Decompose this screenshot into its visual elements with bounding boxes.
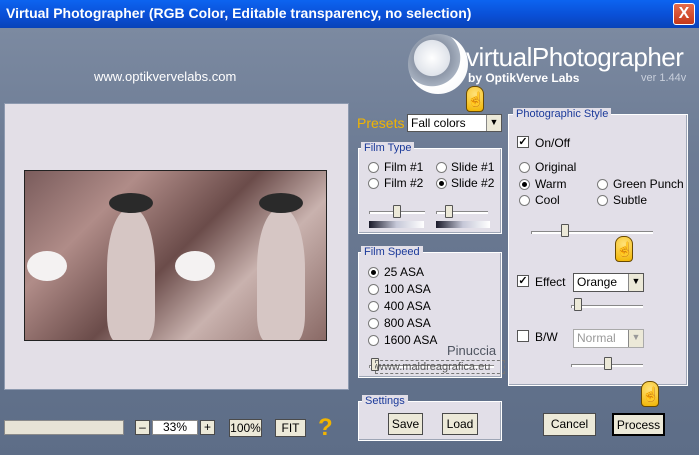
- slide2-radio[interactable]: [436, 178, 447, 189]
- greenpunch-radio[interactable]: [597, 179, 608, 190]
- effect-label: Effect: [535, 275, 566, 289]
- film-type-title: Film Type: [361, 142, 415, 154]
- zoom-value[interactable]: 33%: [152, 420, 198, 435]
- cool-radio[interactable]: [519, 195, 530, 206]
- film2-label: Film #2: [384, 176, 424, 190]
- pointing-hand-icon: ☝: [641, 381, 659, 407]
- subtle-radio[interactable]: [597, 195, 608, 206]
- title-bar: Virtual Photographer (RGB Color, Editabl…: [0, 0, 699, 28]
- style-slider-track: [531, 231, 653, 234]
- logo-text: virtualPhotographer: [466, 42, 684, 72]
- film-gradient: [369, 221, 424, 228]
- zoom-100-button[interactable]: 100%: [229, 419, 262, 437]
- original-label: Original: [535, 160, 577, 174]
- warm-label: Warm: [535, 177, 567, 191]
- film2-radio[interactable]: [368, 178, 379, 189]
- chevron-down-icon: ▼: [486, 115, 501, 131]
- original-radio[interactable]: [519, 162, 530, 173]
- zoom-out-button[interactable]: –: [135, 420, 150, 435]
- greenpunch-label: Green Punch: [613, 177, 684, 191]
- asa1600-radio[interactable]: [368, 335, 379, 346]
- effect-slider-thumb[interactable]: [574, 298, 582, 311]
- asa1600-label: 1600 ASA: [384, 333, 438, 347]
- slide1-label: Slide #1: [451, 160, 495, 174]
- load-button[interactable]: Load: [442, 413, 478, 435]
- bw-select[interactable]: Normal ▼: [573, 329, 644, 348]
- asa400-radio[interactable]: [368, 301, 379, 312]
- asa25-radio[interactable]: [368, 267, 379, 278]
- process-button[interactable]: Process: [612, 413, 665, 436]
- film1-radio[interactable]: [368, 162, 379, 173]
- effect-select[interactable]: Orange ▼: [573, 273, 644, 292]
- effect-checkbox[interactable]: ✓: [517, 275, 529, 287]
- onoff-label: On/Off: [535, 136, 571, 150]
- settings-panel: [358, 401, 502, 441]
- slide-slider-track: [436, 211, 488, 214]
- asa800-radio[interactable]: [368, 318, 379, 329]
- chevron-down-icon: ▼: [628, 274, 643, 291]
- film-speed-title: Film Speed: [361, 246, 423, 258]
- subtle-label: Subtle: [613, 193, 648, 207]
- asa100-radio[interactable]: [368, 284, 379, 295]
- onoff-checkbox[interactable]: ✓: [517, 136, 529, 148]
- cool-label: Cool: [535, 193, 560, 207]
- website-link[interactable]: www.optikvervelabs.com: [94, 69, 236, 84]
- pointing-hand-icon: ☝: [466, 86, 484, 112]
- watermark-url: www.maldreagrafica.eu: [375, 360, 505, 374]
- bw-checkbox[interactable]: [517, 330, 529, 342]
- zoom-progress: [4, 420, 124, 435]
- chevron-down-icon: ▼: [628, 330, 643, 347]
- zoom-in-button[interactable]: +: [200, 420, 215, 435]
- close-button[interactable]: X: [673, 3, 695, 25]
- photo-style-title: Photographic Style: [513, 108, 612, 120]
- asa400-label: 400 ASA: [384, 299, 431, 313]
- app-logo-icon: [408, 34, 468, 94]
- film-slider-thumb[interactable]: [393, 205, 401, 218]
- asa100-label: 100 ASA: [384, 282, 431, 296]
- presets-select[interactable]: Fall colors ▼: [407, 114, 502, 132]
- preview-image: [24, 170, 327, 341]
- cancel-button[interactable]: Cancel: [543, 413, 596, 436]
- save-button[interactable]: Save: [388, 413, 423, 435]
- asa25-label: 25 ASA: [384, 265, 425, 279]
- help-icon[interactable]: ?: [318, 414, 333, 442]
- settings-title: Settings: [362, 395, 408, 407]
- slide-gradient: [436, 221, 490, 228]
- presets-label: Presets: [357, 115, 405, 131]
- pointing-hand-icon: ☝: [615, 236, 633, 262]
- bw-slider-thumb[interactable]: [604, 357, 612, 370]
- warm-radio[interactable]: [519, 179, 530, 190]
- film1-label: Film #1: [384, 160, 424, 174]
- window-title: Virtual Photographer (RGB Color, Editabl…: [6, 5, 472, 21]
- logo-subtitle: by OptikVerve Labs: [468, 71, 580, 85]
- style-slider-thumb[interactable]: [561, 224, 569, 237]
- slide2-label: Slide #2: [451, 176, 495, 190]
- version-label: ver 1.44v: [641, 72, 687, 84]
- zoom-fit-button[interactable]: FIT: [275, 419, 306, 437]
- watermark-name: Pinuccia: [447, 343, 497, 358]
- slide-slider-thumb[interactable]: [445, 205, 453, 218]
- slide1-radio[interactable]: [436, 162, 447, 173]
- asa800-label: 800 ASA: [384, 316, 431, 330]
- bw-label: B/W: [535, 330, 558, 344]
